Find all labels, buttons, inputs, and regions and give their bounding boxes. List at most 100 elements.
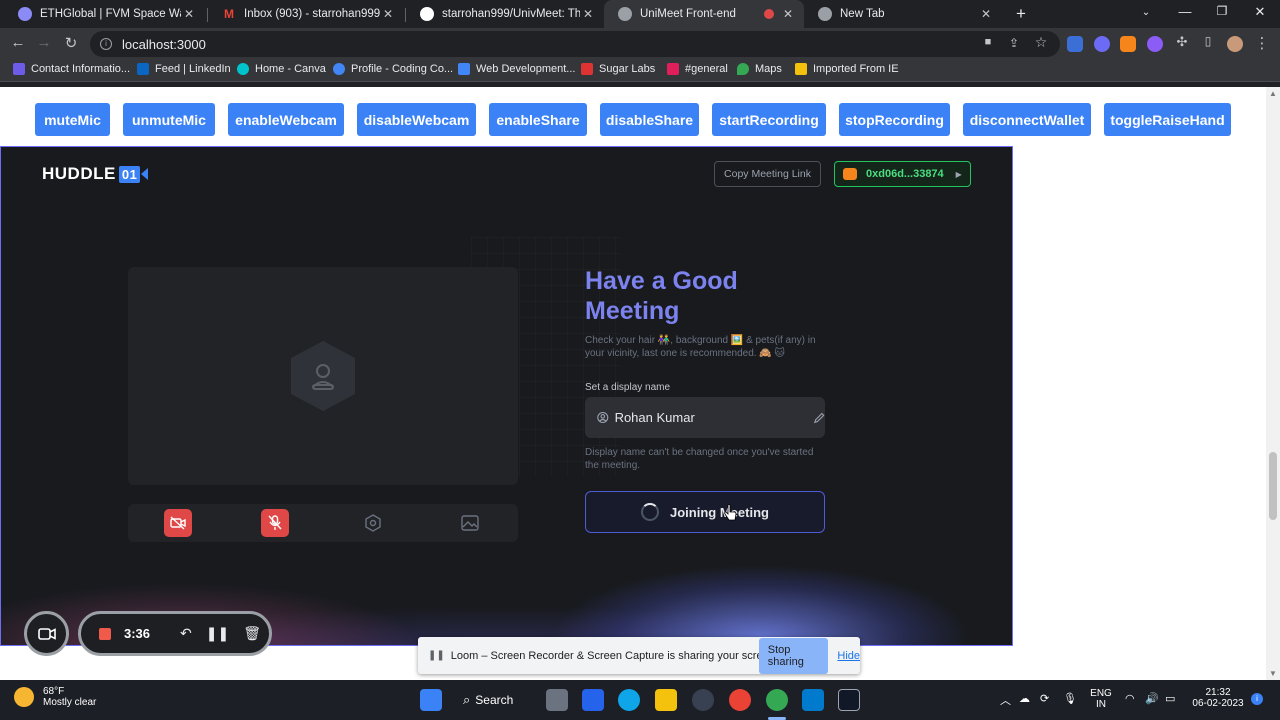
pause-icon[interactable]: ❚❚	[206, 625, 229, 642]
extension-icon[interactable]	[1094, 36, 1110, 52]
edge-browser-icon[interactable]	[618, 689, 640, 711]
tray-chevron-up-icon[interactable]: ︿	[1000, 692, 1011, 708]
loom-camera-button[interactable]	[24, 611, 69, 656]
close-tab-icon[interactable]: ✕	[181, 7, 197, 21]
scroll-up-icon[interactable]: ▲	[1269, 89, 1277, 98]
wifi-icon[interactable]: ◠	[1125, 692, 1135, 705]
forward-arrow-icon[interactable]: →	[34, 34, 54, 51]
loading-spinner-icon	[641, 503, 660, 521]
drag-handle-icon[interactable]: ❚❚	[428, 650, 445, 661]
chrome-profile-icon[interactable]	[766, 689, 788, 711]
bookmark-item[interactable]: Web Development...	[458, 63, 575, 75]
reload-icon[interactable]: ↻	[61, 34, 81, 52]
new-tab-plus-icon[interactable]: +	[1011, 4, 1031, 24]
clock[interactable]: 21:32 06-02-2023	[1188, 687, 1248, 709]
windows-start-icon[interactable]	[420, 689, 442, 711]
task-view-icon[interactable]	[546, 689, 568, 711]
camera-in-use-icon[interactable]: ■	[978, 36, 998, 48]
disableshare-button[interactable]: disableShare	[600, 103, 699, 136]
bookmark-item[interactable]: #general	[667, 63, 728, 75]
bookmark-item[interactable]: Home - Canva	[237, 63, 326, 75]
display-name-field[interactable]	[585, 397, 825, 438]
extensions-puzzle-icon[interactable]: ✣	[1172, 34, 1192, 50]
share-icon[interactable]: ⇪	[1004, 36, 1024, 50]
close-tab-icon[interactable]: ✕	[780, 7, 796, 21]
tab-ethglobal[interactable]: ETHGlobal | FVM Space Warp ✕	[4, 0, 205, 28]
menu-kebab-icon[interactable]: ⋮	[1252, 34, 1272, 52]
page-scrollbar[interactable]: ▲ ▼	[1266, 87, 1280, 680]
stoprecording-button[interactable]: stopRecording	[839, 103, 950, 136]
metamask-fox-icon	[843, 168, 857, 180]
scrollbar-thumb[interactable]	[1269, 452, 1277, 520]
taskbar-search[interactable]: ⌕ Search	[463, 688, 527, 712]
logo-speaker-icon	[141, 168, 149, 180]
volume-icon[interactable]: 🔊	[1145, 692, 1159, 705]
back-arrow-icon[interactable]: ←	[8, 34, 28, 51]
tab-title: Inbox (903) - starrohan999@gmail.com	[244, 8, 380, 20]
delete-trash-icon[interactable]: 🗑	[243, 625, 261, 642]
todo-check-icon[interactable]	[582, 689, 604, 711]
hide-link[interactable]: Hide	[837, 650, 860, 662]
file-explorer-icon[interactable]	[655, 689, 677, 711]
onedrive-cloud-icon[interactable]: ☁	[1019, 692, 1030, 705]
weather-widget[interactable]: 68°F Mostly clear	[14, 686, 96, 708]
language-indicator[interactable]: ENG IN	[1088, 688, 1114, 710]
side-panel-icon[interactable]: ▯	[1198, 34, 1218, 48]
close-tab-icon[interactable]: ✕	[978, 7, 994, 21]
tab-unimeet[interactable]: UniMeet Front-end ✕	[604, 0, 804, 28]
close-tab-icon[interactable]: ✕	[380, 7, 396, 21]
disablewebcam-button[interactable]: disableWebcam	[357, 103, 476, 136]
enablewebcam-button[interactable]: enableWebcam	[228, 103, 344, 136]
maximize-icon[interactable]: ❐	[1212, 4, 1232, 18]
extension-icon[interactable]	[1147, 36, 1163, 52]
mutemic-button[interactable]: muteMic	[35, 103, 110, 136]
disconnectwallet-button[interactable]: disconnectWallet	[963, 103, 1091, 136]
notification-icon[interactable]: i	[1251, 693, 1263, 705]
vscode-icon[interactable]	[802, 689, 824, 711]
scroll-down-icon[interactable]: ▼	[1269, 669, 1277, 678]
microphone-icon[interactable]: 🎙	[1063, 692, 1077, 705]
tab-search-chevron-icon[interactable]: ⌄	[1136, 7, 1156, 18]
close-tab-icon[interactable]: ✕	[580, 7, 596, 21]
startrecording-button[interactable]: startRecording	[712, 103, 826, 136]
bookmark-item[interactable]: Maps	[737, 63, 782, 75]
terminal-icon[interactable]	[838, 689, 860, 711]
wallet-button[interactable]: 0xd06d...33874 ▶	[834, 161, 971, 187]
dell-icon[interactable]	[692, 689, 714, 711]
enableshare-button[interactable]: enableShare	[489, 103, 587, 136]
profile-avatar[interactable]	[1227, 36, 1243, 52]
join-meeting-button[interactable]: Joining Meeting	[585, 491, 825, 533]
chrome-icon[interactable]	[729, 689, 751, 711]
bookmark-star-icon[interactable]: ☆	[1031, 34, 1051, 51]
edit-pencil-icon[interactable]	[813, 411, 825, 425]
minimize-icon[interactable]: —	[1175, 4, 1195, 19]
bookmark-item[interactable]: Contact Informatio...	[13, 63, 130, 75]
tab-github[interactable]: starrohan999/UnivMeet: This rap ✕	[406, 0, 604, 28]
site-info-icon[interactable]: i	[100, 38, 112, 50]
display-name-input[interactable]	[614, 410, 785, 425]
unmutemic-button[interactable]: unmuteMic	[123, 103, 215, 136]
extension-icon[interactable]	[1067, 36, 1083, 52]
camera-off-icon[interactable]	[164, 509, 192, 537]
toggleraisehand-button[interactable]: toggleRaiseHand	[1104, 103, 1231, 136]
bookmark-item[interactable]: Sugar Labs	[581, 63, 655, 75]
tab-gmail[interactable]: M Inbox (903) - starrohan999@gmail.com ✕	[208, 0, 404, 28]
tab-new-tab[interactable]: New Tab ✕	[804, 0, 1002, 28]
sync-icon[interactable]: ⟳	[1040, 692, 1049, 705]
close-window-icon[interactable]: ✕	[1250, 4, 1270, 20]
battery-icon[interactable]: ▭	[1165, 692, 1175, 705]
undo-icon[interactable]: ↶	[180, 625, 192, 642]
address-bar[interactable]: i localhost:3000	[90, 31, 1060, 57]
stop-sharing-button[interactable]: Stop sharing	[758, 637, 829, 674]
bookmark-item[interactable]: Profile - Coding Co...	[333, 63, 453, 75]
mic-off-icon[interactable]	[261, 509, 289, 537]
bookmark-item[interactable]: Feed | LinkedIn	[137, 63, 231, 75]
bookmark-folder[interactable]: Imported From IE	[795, 63, 899, 75]
tab-title: starrohan999/UnivMeet: This rap	[442, 8, 580, 20]
settings-gear-icon[interactable]	[359, 509, 387, 537]
copy-meeting-link-button[interactable]: Copy Meeting Link	[714, 161, 821, 187]
metamask-icon[interactable]	[1120, 36, 1136, 52]
stop-recording-icon[interactable]	[99, 627, 111, 640]
background-image-icon[interactable]	[456, 509, 484, 537]
search-icon: ⌕	[463, 692, 471, 707]
